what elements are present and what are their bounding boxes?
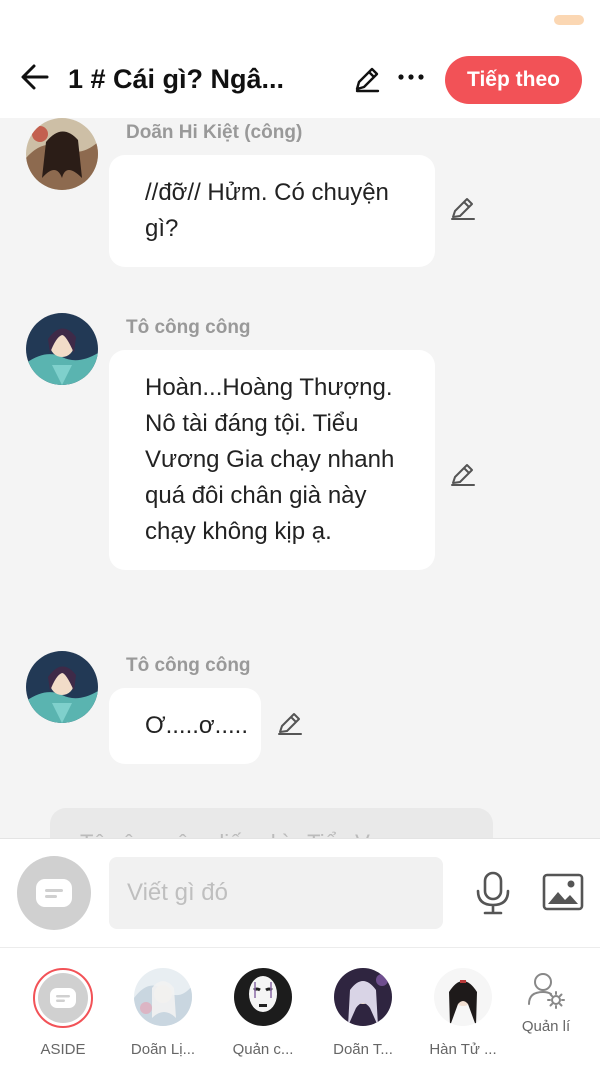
- pencil-icon: [451, 198, 475, 220]
- character-portrait-icon: [134, 968, 192, 1026]
- tab-aside[interactable]: ASIDE: [23, 968, 103, 1058]
- tab-label: ASIDE: [40, 1041, 86, 1058]
- pencil-icon: [355, 67, 380, 93]
- mask-portrait-icon: [234, 968, 292, 1026]
- avatar: [434, 968, 492, 1026]
- message-input[interactable]: [109, 857, 443, 929]
- tab-manage[interactable]: Quản lí: [506, 970, 586, 1035]
- avatar: [134, 968, 192, 1026]
- next-button[interactable]: Tiếp theo: [445, 56, 582, 104]
- tab-label: Quản lí: [521, 1018, 571, 1035]
- pencil-icon: [451, 464, 475, 486]
- sender-name: Tô công công: [126, 317, 251, 338]
- tab-character[interactable]: Quản c...: [223, 968, 303, 1058]
- tab-character[interactable]: Doãn Lị...: [123, 968, 203, 1058]
- arrow-left-icon: [21, 64, 49, 90]
- tab-label: Hàn Tử ...: [429, 1041, 497, 1058]
- character-portrait-icon: [334, 968, 392, 1026]
- avatar[interactable]: [26, 118, 98, 190]
- user-settings-icon: [528, 973, 565, 1009]
- pencil-icon: [278, 713, 302, 735]
- edit-message-button[interactable]: [448, 459, 478, 489]
- composer: [0, 838, 600, 948]
- aside-text: Tô công công liếc nhìn Tiểu V...: [80, 830, 493, 838]
- image-icon: [542, 873, 584, 911]
- message-bubble[interactable]: //đỡ// Hửm. Có chuyện gì?: [109, 155, 435, 267]
- character-portrait-icon: [434, 968, 492, 1026]
- edit-message-button[interactable]: [448, 193, 478, 223]
- header: 1 # Cái gì? Ngâ... Tiếp theo: [0, 40, 600, 118]
- tab-character[interactable]: Doãn T...: [323, 968, 403, 1058]
- character-portrait-icon: [26, 118, 98, 190]
- more-dots-icon: [398, 74, 424, 80]
- tab-label: Doãn Lị...: [130, 1041, 196, 1058]
- aside-mode-button[interactable]: [17, 856, 91, 930]
- edit-title-button[interactable]: [352, 64, 382, 94]
- character-portrait-icon: [26, 651, 98, 723]
- character-tab-bar: ASIDE Doãn Lị... Quản c... Doãn T... Hàn…: [0, 948, 600, 1067]
- avatar: [334, 968, 392, 1026]
- message-bubble[interactable]: Hoàn...Hoàng Thượng. Nô tài đáng tội. Ti…: [109, 350, 435, 570]
- avatar[interactable]: [26, 313, 98, 385]
- avatar: [234, 968, 292, 1026]
- message-bubble[interactable]: Ơ.....ơ.....: [109, 688, 261, 764]
- aside-message-bubble[interactable]: Tô công công liếc nhìn Tiểu V...: [50, 808, 493, 838]
- page-title: 1 # Cái gì? Ngâ...: [68, 64, 285, 94]
- more-options-button[interactable]: [396, 62, 426, 92]
- back-button[interactable]: [18, 60, 52, 94]
- edit-message-button[interactable]: [275, 708, 305, 738]
- tab-label: Quản c...: [232, 1041, 294, 1058]
- sender-name: Doãn Hi Kiệt (công): [126, 122, 303, 143]
- sender-name: Tô công công: [126, 655, 251, 676]
- status-bar: [0, 0, 600, 40]
- avatar[interactable]: [26, 651, 98, 723]
- image-button[interactable]: [542, 873, 584, 911]
- character-portrait-icon: [26, 313, 98, 385]
- aside-avatar: [33, 968, 93, 1028]
- voice-button[interactable]: [474, 871, 512, 915]
- microphone-icon: [476, 871, 510, 915]
- chat-bubble-icon: [50, 988, 76, 1008]
- chat-area[interactable]: Doãn Hi Kiệt (công) //đỡ// Hửm. Có chuyệ…: [0, 118, 600, 838]
- chat-bubble-icon: [36, 879, 72, 907]
- tab-label: Doãn T...: [333, 1041, 393, 1058]
- tab-character[interactable]: Hàn Tử ...: [423, 968, 503, 1058]
- battery-indicator: [554, 15, 584, 25]
